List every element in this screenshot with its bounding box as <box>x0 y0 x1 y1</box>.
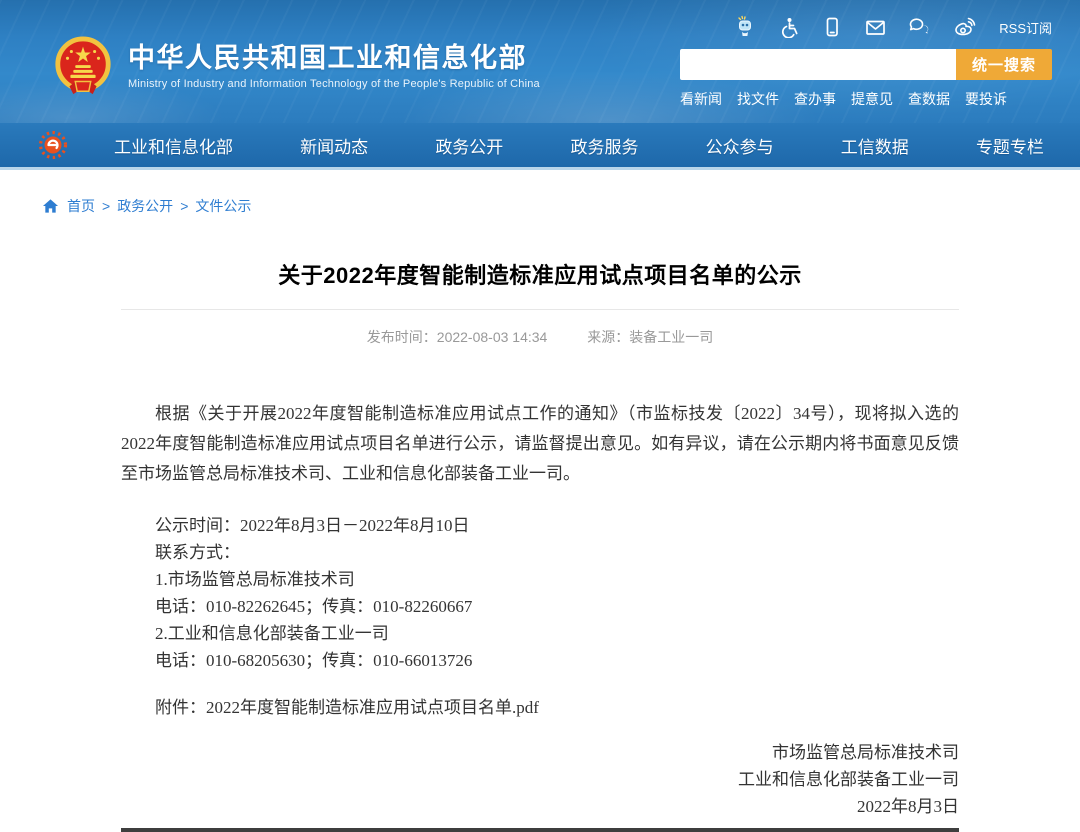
nav-item-news[interactable]: 新闻动态 <box>300 133 368 158</box>
breadcrumb-gov-disclosure[interactable]: 政务公开 <box>117 196 173 216</box>
article-body: 根据《关于开展2022年度智能制造标准应用试点工作的通知》（市监标技发〔2022… <box>121 399 959 820</box>
quick-link-complaint[interactable]: 要投诉 <box>965 89 1007 109</box>
unified-search-button[interactable]: 统一搜索 <box>956 49 1052 80</box>
signature-org-2: 工业和信息化部装备工业一司 <box>121 766 959 793</box>
breadcrumb-home[interactable]: 首页 <box>67 196 95 216</box>
quick-link-data[interactable]: 查数据 <box>908 89 950 109</box>
quick-link-documents[interactable]: 找文件 <box>737 89 779 109</box>
signature-block: 市场监管总局标准技术司 工业和信息化部装备工业一司 2022年8月3日 <box>121 739 959 820</box>
signature-org-1: 市场监管总局标准技术司 <box>121 739 959 766</box>
breadcrumb-separator: > <box>180 198 188 214</box>
line-contact-phone-1: 电话：010-82262645；传真：010-82260667 <box>121 593 959 620</box>
site-title: 中华人民共和国工业和信息化部 <box>128 44 540 74</box>
nav-item-gov-services[interactable]: 政务服务 <box>570 133 638 158</box>
site-brand[interactable]: 中华人民共和国工业和信息化部 Ministry of Industry and … <box>52 36 540 98</box>
quick-links-row: 看新闻 找文件 查办事 提意见 查数据 要投诉 <box>680 89 1052 109</box>
home-icon[interactable] <box>42 198 59 214</box>
header-right: RSS订阅 统一搜索 看新闻 找文件 查办事 提意见 查数据 要投诉 <box>680 14 1052 109</box>
breadcrumb-document-publicity[interactable]: 文件公示 <box>195 196 251 216</box>
national-emblem-icon <box>52 36 114 98</box>
wechat-icon[interactable] <box>908 15 932 39</box>
nav-item-public-participation[interactable]: 公众参与 <box>706 133 774 158</box>
line-contact-phone-2: 电话：010-68205630；传真：010-66013726 <box>121 647 959 674</box>
article-title: 关于2022年度智能制造标准应用试点项目名单的公示 <box>121 258 959 290</box>
mobile-icon[interactable] <box>821 16 843 38</box>
main-nav: 工业和信息化部 新闻动态 政务公开 政务服务 公众参与 工信数据 专题专栏 <box>0 123 1080 170</box>
title-divider <box>121 309 959 310</box>
breadcrumb: 首页 > 政务公开 > 文件公示 <box>42 196 1080 216</box>
accessibility-icon[interactable] <box>778 16 800 38</box>
weibo-icon[interactable] <box>953 15 978 40</box>
article-source: 来源：装备工业一司 <box>587 329 713 345</box>
header-icon-row: RSS订阅 <box>680 14 1052 40</box>
line-contact-heading: 联系方式： <box>121 539 959 566</box>
nav-item-special-topics[interactable]: 专题专栏 <box>976 133 1044 158</box>
nav-items: 工业和信息化部 新闻动态 政务公开 政务服务 公众参与 工信数据 专题专栏 <box>70 133 1080 158</box>
line-contact-org-2: 2.工业和信息化部装备工业一司 <box>121 620 959 647</box>
quick-link-feedback[interactable]: 提意见 <box>851 89 893 109</box>
miit-e-logo-icon <box>36 128 70 162</box>
attachment-link[interactable]: 附件：2022年度智能制造标准应用试点项目名单.pdf <box>121 694 959 721</box>
article: 关于2022年度智能制造标准应用试点项目名单的公示 发布时间：2022-08-0… <box>121 258 959 832</box>
quick-link-services[interactable]: 查办事 <box>794 89 836 109</box>
article-meta: 发布时间：2022-08-03 14:34 来源：装备工业一司 <box>121 327 959 347</box>
site-subtitle: Ministry of Industry and Information Tec… <box>128 78 540 90</box>
site-header: 中华人民共和国工业和信息化部 Ministry of Industry and … <box>0 0 1080 123</box>
nav-item-miit[interactable]: 工业和信息化部 <box>114 133 233 158</box>
signature-date: 2022年8月3日 <box>121 793 959 820</box>
mail-icon[interactable] <box>864 16 887 39</box>
search-bar: 统一搜索 <box>680 49 1052 80</box>
quick-link-news[interactable]: 看新闻 <box>680 89 722 109</box>
publish-time: 发布时间：2022-08-03 14:34 <box>367 329 548 345</box>
breadcrumb-separator: > <box>102 198 110 214</box>
nav-item-gov-disclosure[interactable]: 政务公开 <box>435 133 503 158</box>
line-contact-org-1: 1.市场监管总局标准技术司 <box>121 566 959 593</box>
line-publicity-period: 公示时间：2022年8月3日－2022年8月10日 <box>121 512 959 539</box>
robot-assistant-icon[interactable] <box>733 15 757 39</box>
search-input[interactable] <box>680 49 956 80</box>
rss-subscribe-link[interactable]: RSS订阅 <box>999 18 1052 37</box>
paragraph-main: 根据《关于开展2022年度智能制造标准应用试点工作的通知》（市监标技发〔2022… <box>121 399 959 489</box>
nav-item-industry-data[interactable]: 工信数据 <box>841 133 909 158</box>
footer-divider <box>121 828 959 832</box>
